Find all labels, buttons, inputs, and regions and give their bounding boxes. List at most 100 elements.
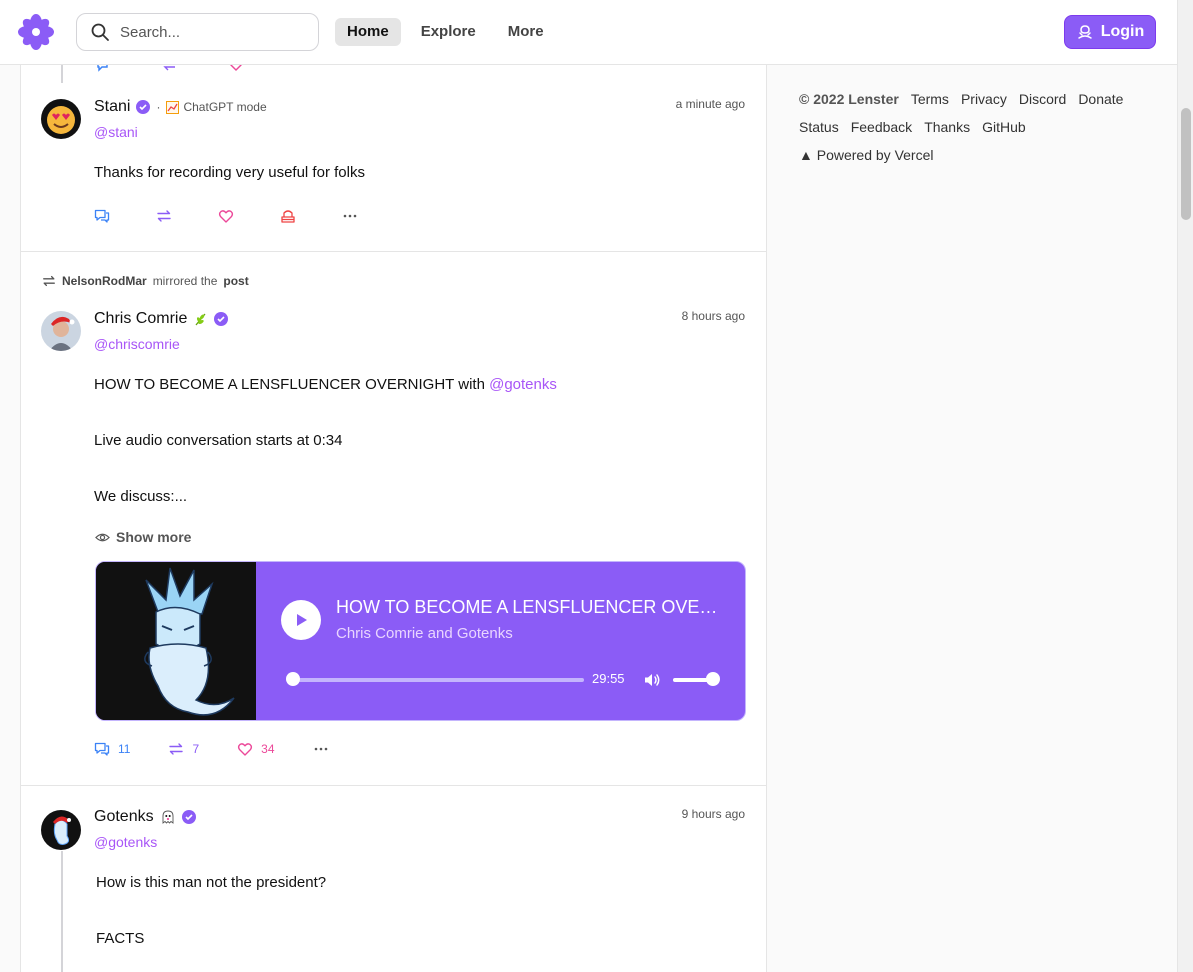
footer-link-privacy[interactable]: Privacy: [961, 85, 1007, 113]
play-button[interactable]: [281, 600, 321, 640]
author-name[interactable]: Stani: [94, 98, 130, 116]
author-handle[interactable]: @chriscomrie: [94, 336, 180, 352]
post-time[interactable]: 9 hours ago: [682, 807, 745, 821]
author-name[interactable]: Gotenks: [94, 808, 154, 826]
post-text-line-2: FACTS: [96, 930, 145, 947]
post-text: Thanks for recording very useful for fol…: [94, 164, 365, 181]
more-horizontal-icon: [343, 214, 357, 218]
audio-duration: 29:55: [592, 671, 625, 686]
search-input[interactable]: [120, 23, 300, 41]
ghost-cover-art-icon: [96, 562, 256, 720]
heart-icon[interactable]: [228, 65, 244, 73]
audio-player: HOW TO BECOME A LENSFLUENCER OVERNIGHT w…: [95, 561, 746, 721]
mirror-icon: [43, 275, 55, 287]
eye-icon: [95, 533, 110, 541]
separator-dot: ·: [156, 100, 161, 114]
post-text-line-3: We discuss:...: [94, 488, 188, 505]
thread-line: [61, 65, 63, 83]
heart-eyes-emoji-icon: [41, 99, 81, 139]
user-photo-icon: [41, 311, 81, 351]
mirror-button[interactable]: 7: [168, 741, 199, 757]
heart-icon: [218, 210, 234, 223]
post-text-prefix: HOW TO BECOME A LENSFLUENCER OVERNIGHT w…: [94, 376, 490, 393]
mirror-icon: [157, 210, 171, 222]
heart-icon: [238, 743, 253, 756]
post-text-line-1: HOW TO BECOME A LENSFLUENCER OVERNIGHT w…: [94, 374, 557, 396]
avatar-gotenks[interactable]: [41, 810, 81, 850]
powered-by-vercel-link[interactable]: ▲ Powered by Vercel: [799, 141, 1159, 169]
verified-badge-icon: [214, 312, 229, 326]
author-handle[interactable]: @stani: [94, 124, 138, 140]
clipped-actions: [96, 65, 244, 73]
audio-cover: [96, 562, 256, 720]
mirror-text: mirrored the: [152, 274, 218, 288]
comment-button[interactable]: [94, 208, 110, 224]
footer-link-feedback[interactable]: Feedback: [851, 113, 912, 141]
mirror-indicator: NelsonRodMar mirrored the post: [42, 274, 249, 288]
scrollbar-thumb[interactable]: [1181, 108, 1191, 220]
mention-link[interactable]: @gotenks: [489, 376, 557, 393]
seek-bar[interactable]: [292, 678, 584, 682]
lenster-logo-icon[interactable]: [18, 14, 54, 50]
login-icon: [1077, 25, 1092, 39]
play-icon: [297, 614, 307, 626]
like-button[interactable]: [218, 208, 234, 224]
seek-handle[interactable]: [286, 672, 300, 686]
footer-link-donate[interactable]: Donate: [1078, 85, 1123, 113]
post-text-line-1: How is this man not the president?: [96, 874, 327, 891]
mirrored-by-name[interactable]: NelsonRodMar: [62, 274, 147, 288]
mirror-count: 7: [192, 742, 200, 756]
show-more-button[interactable]: Show more: [95, 529, 191, 545]
post-header-gotenks: Gotenks: [94, 808, 196, 826]
top-header: Home Explore More Login: [0, 0, 1177, 65]
thread-line: [61, 851, 63, 972]
footer-link-status[interactable]: Status: [799, 113, 839, 141]
mode-badge: ChatGPT mode: [166, 100, 267, 114]
footer-link-thanks[interactable]: Thanks: [924, 113, 970, 141]
mirror-button[interactable]: [156, 208, 172, 224]
like-button[interactable]: 34: [237, 741, 275, 757]
more-options-button[interactable]: [342, 208, 358, 224]
herb-emoji-icon: [195, 313, 206, 325]
mirror-post-link[interactable]: post: [223, 274, 248, 288]
page-scrollbar[interactable]: [1177, 0, 1193, 972]
author-name[interactable]: Chris Comrie: [94, 310, 187, 328]
nav-home[interactable]: Home: [335, 18, 401, 46]
author-handle[interactable]: @gotenks: [94, 834, 157, 850]
post-divider: [21, 251, 766, 252]
copyright-text: © 2022 Lenster: [799, 91, 899, 107]
post-time[interactable]: 8 hours ago: [682, 309, 745, 323]
more-options-button[interactable]: [313, 741, 329, 757]
search-box[interactable]: [76, 13, 319, 51]
post-actions: 11 7 34: [94, 741, 329, 757]
comment-icon: [94, 742, 110, 756]
mirror-icon: [169, 743, 184, 755]
collect-button[interactable]: [280, 208, 296, 224]
volume-handle[interactable]: [706, 672, 720, 686]
footer-link-terms[interactable]: Terms: [911, 85, 949, 113]
avatar-chriscomrie[interactable]: [41, 311, 81, 351]
comment-count: 11: [118, 742, 131, 756]
login-button[interactable]: Login: [1064, 15, 1156, 49]
post-divider: [21, 785, 766, 786]
volume-icon[interactable]: [642, 670, 662, 690]
comment-icon[interactable]: [96, 65, 112, 73]
avatar-stani[interactable]: [41, 99, 81, 139]
nav-more[interactable]: More: [496, 18, 556, 46]
comment-button[interactable]: 11: [94, 741, 130, 757]
mode-badge-label: ChatGPT mode: [183, 100, 267, 114]
search-icon: [91, 23, 109, 41]
audio-subtitle: Chris Comrie and Gotenks: [336, 625, 513, 642]
audio-title: HOW TO BECOME A LENSFLUENCER OVERNIGHT w…: [336, 597, 726, 617]
post-header-chriscomrie: Chris Comrie: [94, 310, 229, 328]
mirror-icon[interactable]: [162, 65, 178, 73]
nav-explore[interactable]: Explore: [409, 18, 488, 46]
right-sidebar: © 2022 Lenster Terms Privacy Discord Don…: [799, 85, 1159, 169]
post-time[interactable]: a minute ago: [676, 97, 745, 111]
ghost-emoji-icon: [162, 810, 174, 824]
footer-link-github[interactable]: GitHub: [982, 113, 1026, 141]
login-label: Login: [1100, 23, 1145, 40]
post-header-stani: Stani · ChatGPT mode: [94, 98, 267, 116]
footer-link-discord[interactable]: Discord: [1019, 85, 1066, 113]
verified-badge-icon: [136, 100, 151, 114]
